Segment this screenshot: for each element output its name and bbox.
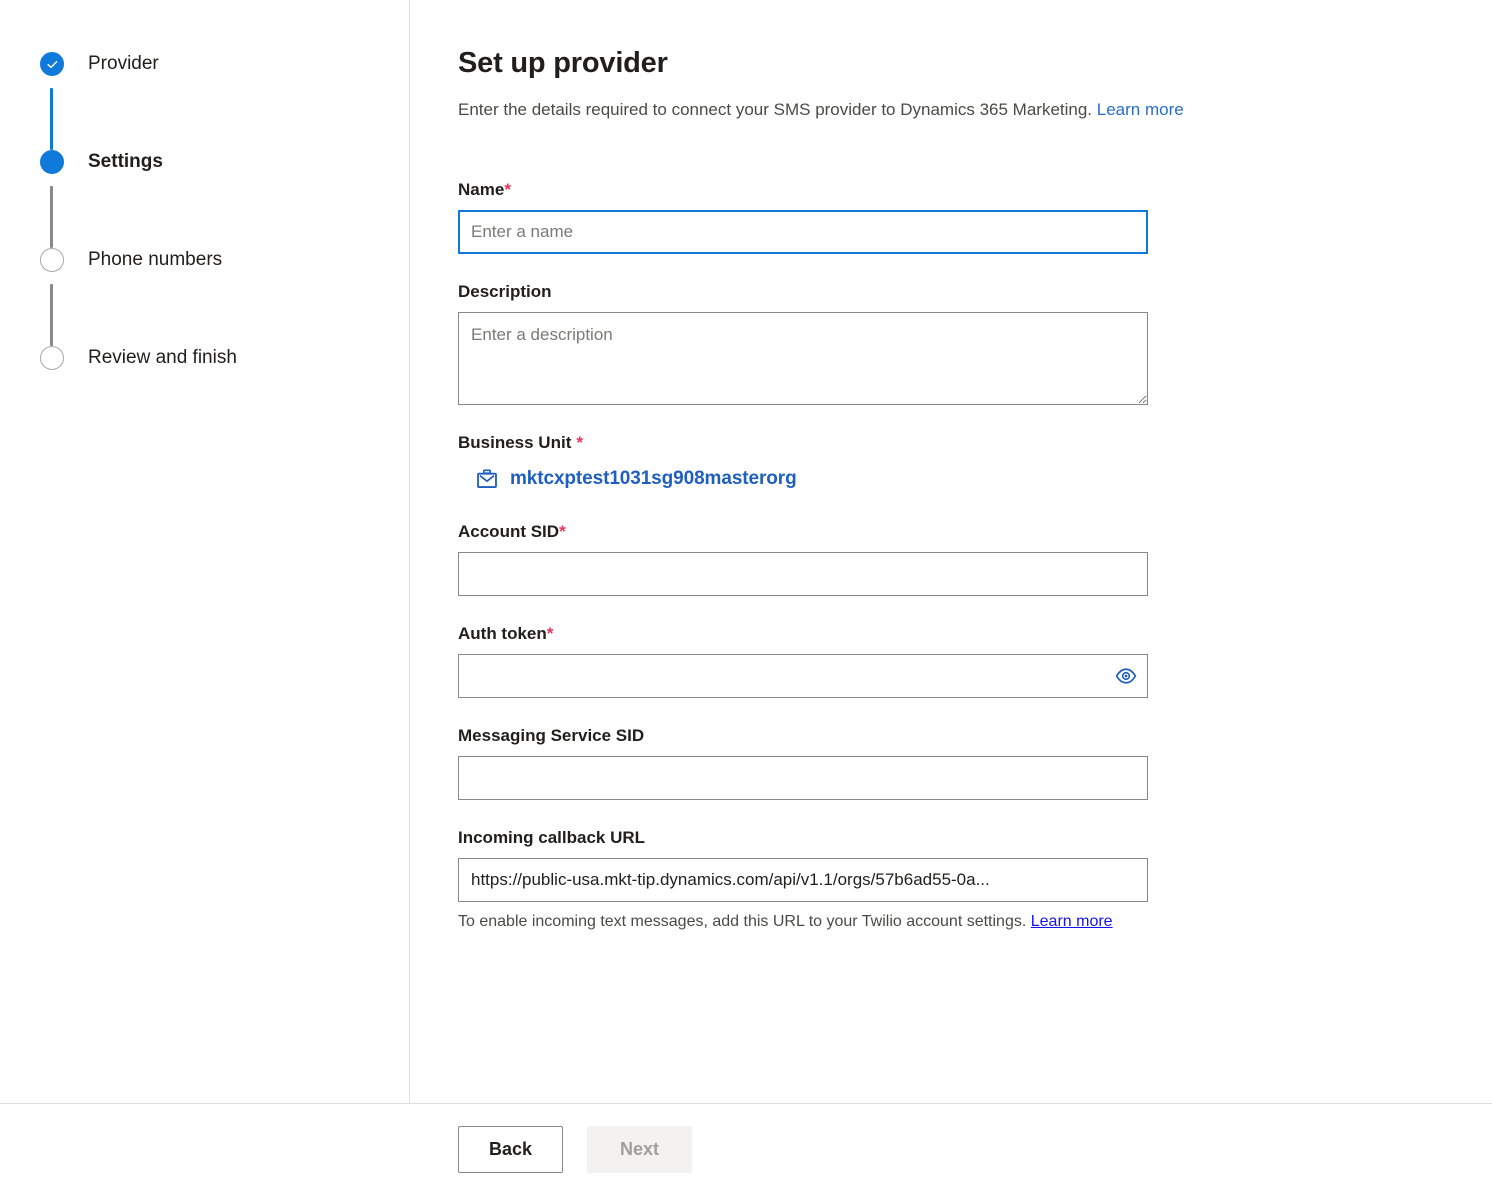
page-title: Set up provider	[458, 47, 668, 79]
auth-token-input-wrapper	[458, 654, 1148, 698]
step-connector-2	[50, 186, 53, 248]
auth-token-label: Auth token*	[458, 622, 1148, 645]
business-unit-label-text: Business Unit	[458, 433, 572, 452]
back-button[interactable]: Back	[458, 1126, 563, 1173]
empty-circle-icon	[46, 254, 59, 267]
header-learn-more-link[interactable]: Learn more	[1097, 100, 1184, 119]
page-subtitle: Enter the details required to connect yo…	[458, 98, 1492, 122]
setup-provider-form-panel: Set up provider Enter the details requir…	[410, 0, 1492, 1103]
step-connector-1	[50, 88, 53, 150]
briefcase-icon	[477, 469, 497, 488]
account-sid-label-text: Account SID	[458, 522, 560, 541]
name-input[interactable]	[458, 210, 1148, 254]
account-sid-required-asterisk: *	[559, 522, 566, 541]
incoming-callback-url-input[interactable]	[458, 858, 1148, 902]
field-business-unit: Business Unit * mktcxptest1031sg908master…	[458, 431, 1148, 490]
business-unit-required-asterisk: *	[576, 433, 583, 452]
field-auth-token: Auth token*	[458, 622, 1148, 698]
filled-circle-icon	[46, 156, 59, 169]
step-settings[interactable]: Settings	[0, 150, 409, 186]
incoming-callback-url-label: Incoming callback URL	[458, 828, 646, 847]
field-incoming-callback-url: Incoming callback URL To enable incoming…	[458, 826, 1148, 935]
step-review-and-finish[interactable]: Review and finish	[0, 346, 409, 382]
account-sid-input[interactable]	[458, 552, 1148, 596]
name-required-asterisk: *	[504, 180, 511, 199]
step-settings-marker	[40, 150, 64, 174]
step-provider[interactable]: Provider	[0, 52, 409, 88]
name-label-text: Name	[458, 180, 505, 199]
setup-provider-wizard: Provider Settings Phone numbers Review a…	[0, 0, 1492, 1195]
messaging-service-sid-label: Messaging Service SID	[458, 726, 645, 745]
auth-token-reveal-button[interactable]	[1114, 664, 1138, 688]
description-label: Description	[458, 282, 552, 301]
business-unit-label: Business Unit *	[458, 431, 1148, 454]
step-phone-numbers-label: Phone numbers	[88, 249, 223, 270]
incoming-callback-url-hint: To enable incoming text messages, add th…	[458, 908, 1148, 935]
step-connector-3	[50, 284, 53, 346]
eye-icon	[1115, 668, 1137, 684]
business-unit-value-row[interactable]: mktcxptest1031sg908masterorg	[458, 468, 1148, 490]
auth-token-input[interactable]	[458, 654, 1148, 698]
step-phone-numbers-marker	[40, 248, 64, 272]
empty-circle-icon	[46, 352, 59, 365]
next-button: Next	[587, 1126, 692, 1173]
business-unit-value[interactable]: mktcxptest1031sg908masterorg	[510, 468, 797, 490]
step-phone-numbers[interactable]: Phone numbers	[0, 248, 409, 284]
step-provider-marker	[40, 52, 64, 76]
description-textarea[interactable]	[458, 312, 1148, 405]
step-provider-label: Provider	[88, 53, 159, 74]
auth-token-required-asterisk: *	[546, 624, 554, 643]
wizard-body: Provider Settings Phone numbers Review a…	[0, 0, 1492, 1103]
field-description: Description	[458, 280, 1148, 405]
account-sid-label: Account SID*	[458, 520, 1148, 543]
page-subtitle-text: Enter the details required to connect yo…	[458, 100, 1093, 119]
step-review-and-finish-label: Review and finish	[88, 347, 237, 368]
name-label: Name*	[458, 178, 1148, 201]
incoming-callback-url-learn-more-link[interactable]: Learn more	[1031, 913, 1113, 930]
step-settings-label: Settings	[88, 151, 163, 172]
field-name: Name*	[458, 178, 1148, 254]
wizard-step-rail: Provider Settings Phone numbers Review a…	[0, 0, 410, 1103]
step-review-and-finish-marker	[40, 346, 64, 370]
wizard-footer: Back Next	[0, 1103, 1492, 1195]
incoming-callback-url-hint-text: To enable incoming text messages, add th…	[458, 913, 1027, 930]
messaging-service-sid-input[interactable]	[458, 756, 1148, 800]
check-icon	[46, 60, 57, 68]
auth-token-label-text: Auth token	[458, 624, 547, 643]
field-account-sid: Account SID*	[458, 520, 1148, 596]
field-messaging-service-sid: Messaging Service SID	[458, 724, 1148, 800]
